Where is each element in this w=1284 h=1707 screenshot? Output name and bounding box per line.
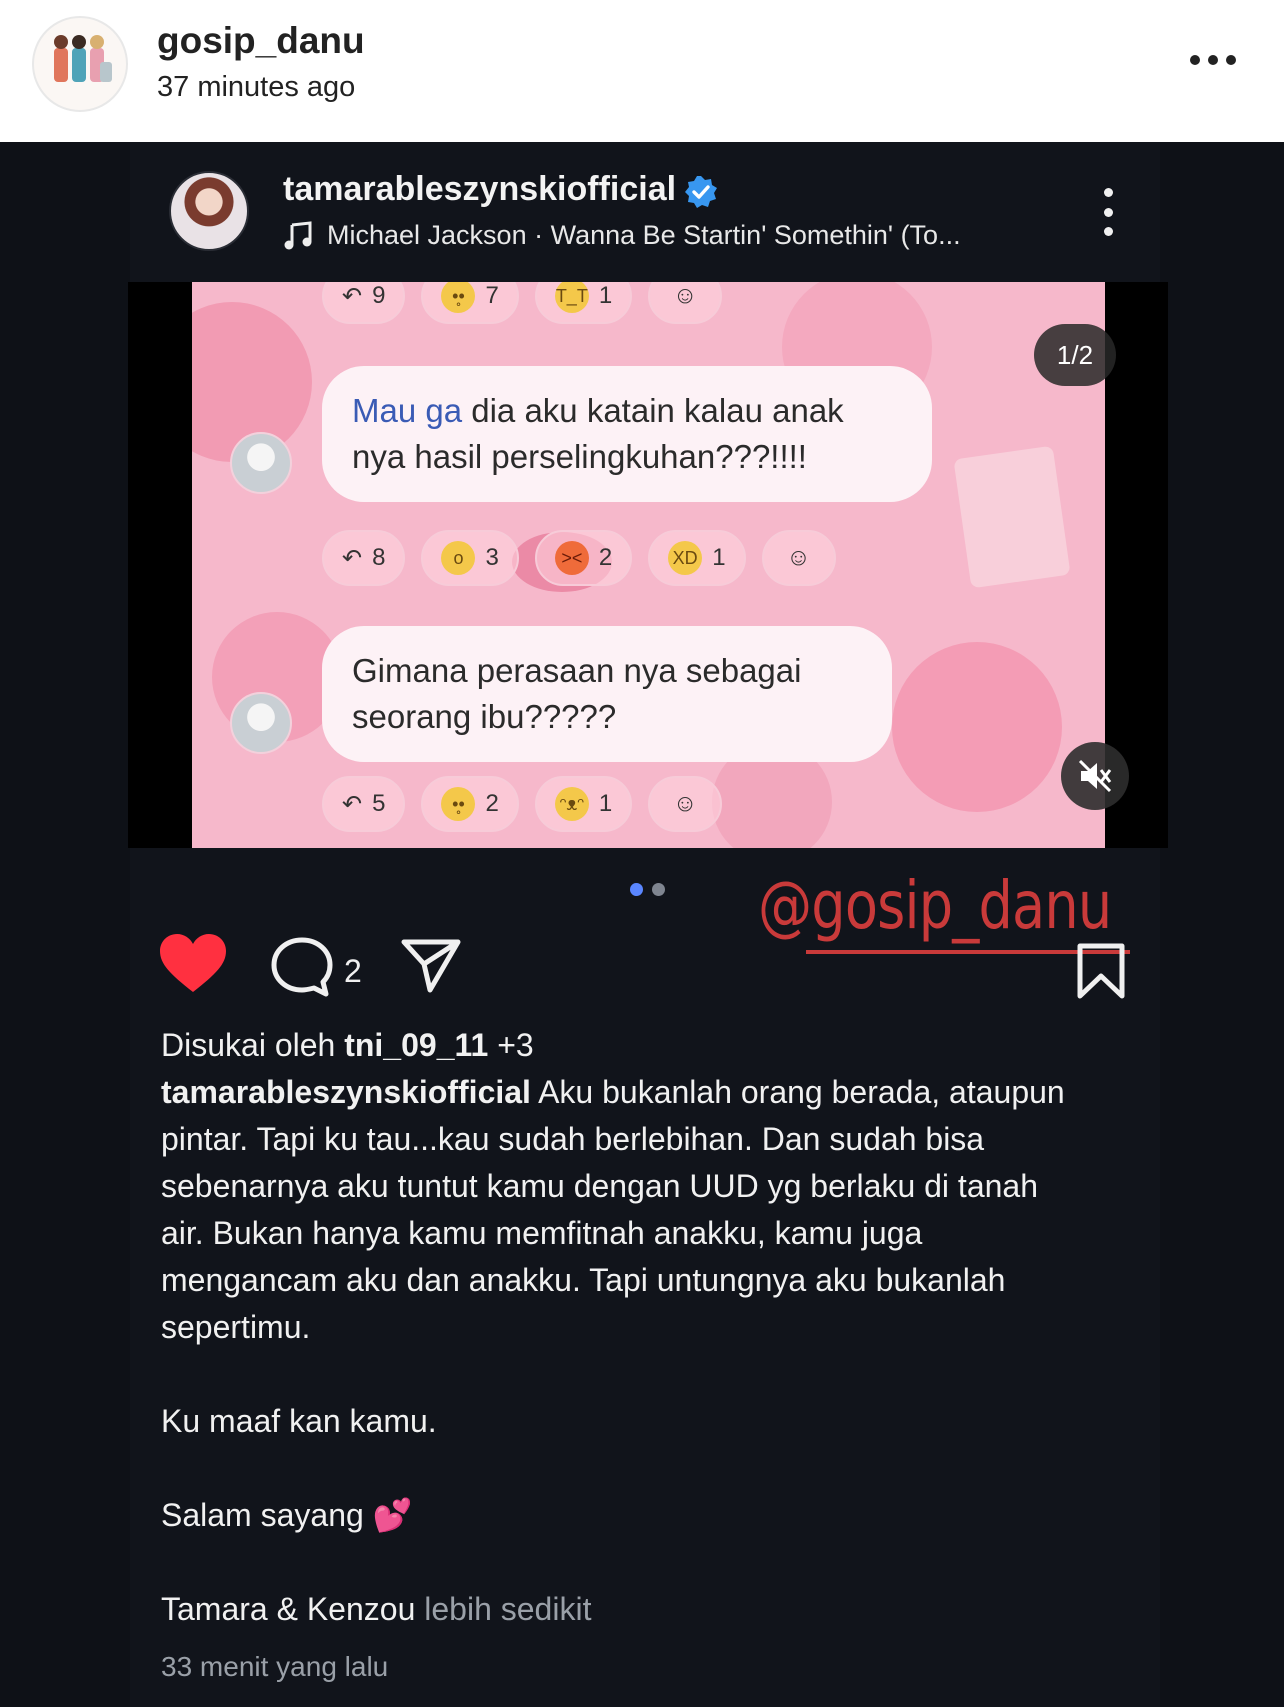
carousel-dot <box>652 883 665 896</box>
post-timestamp: 37 minutes ago <box>157 71 356 103</box>
crying-emoji-icon: T_T <box>554 282 589 313</box>
verified-badge-icon <box>685 176 717 208</box>
add-emoji-icon: ☺ <box>672 790 698 817</box>
add-reaction-button[interactable]: ☺ <box>648 282 723 324</box>
reply-arrow-icon: ↶ <box>342 544 363 572</box>
angry-emoji-icon: >< <box>554 541 589 575</box>
caption-text: tamarableszynskiofficial Aku bukanlah or… <box>161 1074 1065 1345</box>
sender-avatar <box>230 432 292 494</box>
liked-by-line[interactable]: Disukai oleh tni_09_11 +3 <box>161 1022 1131 1069</box>
reply-arrow-icon: ↶ <box>342 282 363 310</box>
decor-shape <box>892 642 1062 812</box>
carousel-indicator <box>630 883 665 896</box>
music-note-icon <box>284 220 312 249</box>
liked-by-user[interactable]: tni_09_11 <box>344 1027 488 1063</box>
surprised-emoji-icon: o <box>441 541 476 575</box>
carousel-dot-active <box>630 883 643 896</box>
sender-avatar <box>230 692 292 754</box>
post-header: gosip_danu 37 minutes ago <box>0 0 1284 142</box>
reply-count-pill[interactable]: ↶ 8 <box>322 530 406 586</box>
account-avatar[interactable] <box>32 16 128 112</box>
profile-avatar[interactable] <box>169 171 249 251</box>
reaction-row: ↶ 5 •̥• 2 ᵔᴥᵔ 1 ☺ <box>322 776 723 832</box>
add-emoji-icon: ☺ <box>672 282 698 309</box>
add-reaction-button[interactable]: ☺ <box>648 776 723 832</box>
profile-username[interactable]: tamarableszynskiofficial <box>283 170 676 209</box>
card-heart-decor <box>953 445 1071 589</box>
reply-count-pill[interactable]: ↶ 9 <box>322 282 406 324</box>
action-bar: 2 <box>160 928 1140 1008</box>
account-username[interactable]: gosip_danu <box>157 20 365 62</box>
embedded-screenshot: tamarableszynskiofficial Michael Jackson… <box>0 142 1284 1707</box>
share-icon[interactable] <box>400 938 462 994</box>
music-label: Michael Jackson · Wanna Be Startin' Some… <box>327 220 961 250</box>
reaction-pill[interactable]: >< 2 <box>534 530 633 586</box>
heart-icon[interactable] <box>160 934 226 994</box>
speaker-muted-icon <box>1078 759 1112 793</box>
reaction-pill[interactable]: XD 1 <box>648 530 746 586</box>
message-bubble: Mau ga dia aku katain kalau anak nya has… <box>322 366 932 502</box>
caption-section: Disukai oleh tni_09_11 +3 tamarableszyns… <box>161 1022 1131 1690</box>
reaction-pill[interactable]: •̥• 7 <box>421 282 519 324</box>
media-carousel-image[interactable]: ↶ 9 •̥• 7 T_T 1 ☺ Mau ga dia aku katain kal… <box>192 282 1105 848</box>
post-more-icon[interactable] <box>1098 188 1118 236</box>
caption-forgive: Ku maaf kan kamu. <box>161 1403 437 1439</box>
music-info[interactable]: Michael Jackson · Wanna Be Startin' Some… <box>283 220 961 251</box>
post-time-ago: 33 menit yang lalu <box>161 1651 389 1682</box>
bookmark-icon[interactable] <box>1075 942 1127 1000</box>
reaction-row: ↶ 9 •̥• 7 T_T 1 ☺ <box>322 282 723 324</box>
reaction-row: ↶ 8 o3 >< 2 XD 1 ☺ <box>322 530 836 586</box>
reaction-pill[interactable]: ᵔᴥᵔ 1 <box>534 776 633 832</box>
caption-greeting: Salam sayang 💕 <box>161 1497 413 1533</box>
more-options-icon[interactable] <box>1190 48 1250 72</box>
reply-count-pill[interactable]: ↶ 5 <box>322 776 406 832</box>
sad-emoji-icon: •̥• <box>441 282 476 313</box>
caption-signature-line: Tamara & Kenzou lebih sedikit <box>161 1591 592 1627</box>
reaction-pill[interactable]: T_T 1 <box>534 282 633 324</box>
reaction-pill[interactable]: •̥• 2 <box>421 776 519 832</box>
add-emoji-icon: ☺ <box>786 544 811 571</box>
sad-emoji-icon: •̥• <box>441 787 476 821</box>
comment-count: 2 <box>344 953 362 989</box>
reply-arrow-icon: ↶ <box>342 790 363 818</box>
mute-button[interactable] <box>1061 742 1129 810</box>
carousel-counter: 1/2 <box>1034 324 1116 386</box>
grinning-emoji-icon: ᵔᴥᵔ <box>554 787 589 821</box>
caption-username[interactable]: tamarableszynskiofficial <box>161 1074 531 1110</box>
less-toggle-link[interactable]: lebih sedikit <box>415 1591 591 1627</box>
laughing-emoji-icon: XD <box>668 541 703 575</box>
add-reaction-button[interactable]: ☺ <box>761 530 836 586</box>
message-bubble: Gimana perasaan nya sebagai seorang ibu?… <box>322 626 892 762</box>
comment-icon[interactable] <box>270 936 334 998</box>
reaction-pill[interactable]: o3 <box>421 530 519 586</box>
